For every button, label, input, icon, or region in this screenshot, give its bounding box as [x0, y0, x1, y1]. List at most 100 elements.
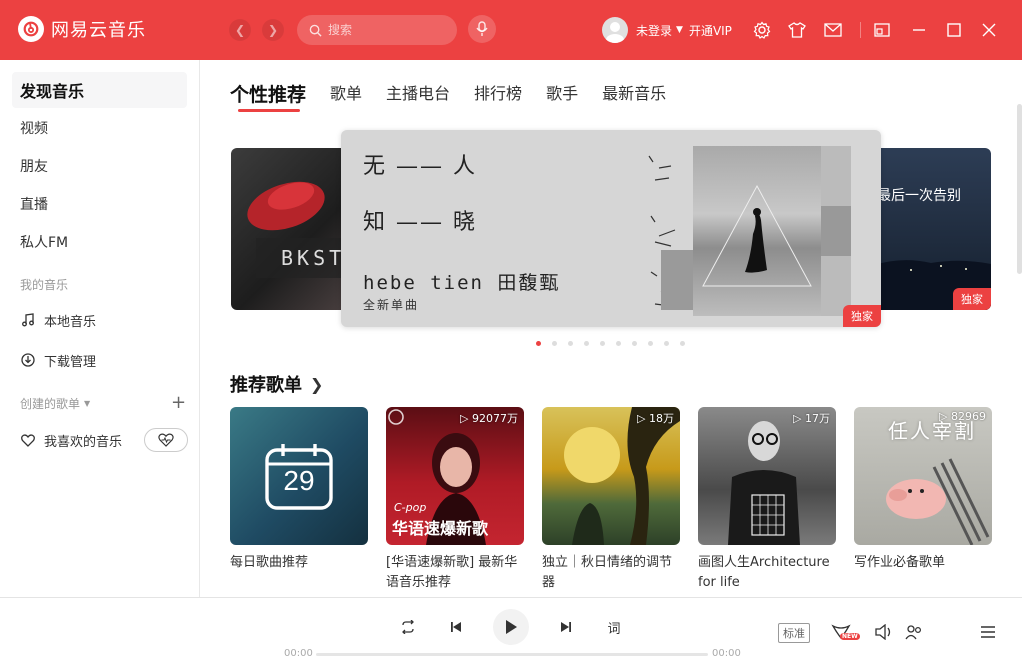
sidebar-item-label: 我喜欢的音乐 — [44, 434, 123, 450]
plus-icon: + — [171, 392, 187, 413]
sidebar-item-liked-music[interactable]: 我喜欢的音乐 — [12, 422, 132, 458]
messages-button[interactable] — [822, 19, 844, 41]
progress-bar[interactable] — [316, 653, 708, 656]
sidebar-item-personal-fm[interactable]: 私人FM — [12, 224, 187, 260]
play-button[interactable] — [493, 609, 529, 645]
sidebar-item-local-music[interactable]: 本地音乐 — [12, 302, 187, 338]
minimize-button[interactable] — [908, 19, 930, 41]
settings-button[interactable] — [751, 19, 773, 41]
tab-new-music[interactable]: 最新音乐 — [602, 80, 666, 110]
discover-tabs: 个性推荐 歌单 主播电台 排行榜 歌手 最新音乐 — [230, 80, 690, 112]
sidebar-item-downloads[interactable]: 下载管理 — [12, 342, 187, 378]
download-icon — [20, 352, 36, 368]
playlist-cover[interactable]: ▷ 92077万 C-pop 华语速爆新歌 — [386, 407, 524, 545]
tab-playlists[interactable]: 歌单 — [330, 80, 362, 110]
mini-mode-button[interactable] — [871, 19, 893, 41]
user-avatar-icon — [606, 22, 624, 43]
carousel-dot[interactable] — [664, 341, 669, 346]
sidebar-item-live[interactable]: 直播 — [12, 186, 187, 222]
playlist-card-daily[interactable]: 29 每日歌曲推荐 — [230, 407, 368, 573]
exclusive-badge: 独家 — [953, 288, 991, 310]
netease-music-logo-icon — [18, 16, 44, 42]
playlist-card-indie[interactable]: ▷ 18万 独立｜秋日情绪的调节器 — [542, 407, 680, 593]
carousel-dot[interactable] — [552, 341, 557, 346]
open-vip-link[interactable]: 开通VIP — [689, 22, 732, 39]
login-status[interactable]: 未登录 — [636, 22, 672, 39]
caret-down-icon[interactable]: ▼ — [676, 25, 683, 35]
sidebar-item-label: 朋友 — [20, 159, 48, 175]
user-menu[interactable]: 未登录 ▼ 开通VIP — [602, 17, 732, 43]
carousel-dot[interactable] — [568, 341, 573, 346]
carousel-dot[interactable] — [632, 341, 637, 346]
scrollbar[interactable] — [1017, 104, 1022, 274]
playlist-title[interactable]: [华语速爆新歌] 最新华语音乐推荐 — [386, 553, 524, 593]
carousel-dot[interactable] — [648, 341, 653, 346]
next-track-button[interactable] — [556, 617, 576, 637]
search-input[interactable] — [328, 23, 438, 37]
banner-artist: hebe tien 田馥甄 — [363, 272, 561, 294]
lyrics-button[interactable]: 词 — [603, 616, 625, 638]
carousel-dot[interactable] — [680, 341, 685, 346]
forward-button[interactable]: ❯ — [262, 19, 284, 41]
recommended-playlists-heading[interactable]: 推荐歌单 ❯ — [230, 371, 323, 397]
tab-personalized[interactable]: 个性推荐 — [230, 80, 306, 112]
playlist-card-architecture[interactable]: ▷ 17万 画图人生Architecture for life — [698, 407, 836, 593]
tab-radio[interactable]: 主播电台 — [386, 80, 450, 110]
previous-track-button[interactable] — [446, 617, 466, 637]
playlist-card-homework[interactable]: ▷ 82969 任人宰割 写作业必备歌单 — [854, 407, 992, 573]
playlist-cover[interactable]: ▷ 18万 — [542, 407, 680, 545]
play-mode-button[interactable] — [398, 617, 418, 637]
repeat-icon — [402, 620, 414, 634]
banner-slide-next[interactable]: 最后一次告别 独家 — [871, 148, 991, 310]
voice-search-button[interactable] — [468, 15, 496, 43]
skin-button[interactable] — [786, 19, 808, 41]
playlist-cover[interactable]: ▷ 82969 任人宰割 — [854, 407, 992, 545]
sidebar-item-discover-music[interactable]: 发现音乐 — [12, 72, 187, 108]
total-time: 00:00 — [712, 648, 741, 659]
created-playlists-label: 创建的歌单 — [20, 397, 81, 411]
created-playlists-heading[interactable]: 创建的歌单 ▼ — [20, 395, 90, 412]
sidebar-item-label: 直播 — [20, 197, 48, 213]
volume-button[interactable] — [874, 622, 894, 642]
playlist-card-cpop[interactable]: ▷ 92077万 C-pop 华语速爆新歌 [华语速爆新歌] 最新华语音乐推荐 — [386, 407, 524, 593]
listen-together-icon — [905, 625, 922, 640]
tab-charts[interactable]: 排行榜 — [474, 80, 522, 110]
play-count-icon: ▷ — [793, 411, 802, 425]
search-icon — [309, 24, 322, 37]
app-logo[interactable]: 网易云音乐 — [18, 16, 146, 42]
playlist-cover[interactable]: 29 — [230, 407, 368, 545]
play-count-icon: ▷ — [637, 411, 646, 425]
carousel-dot[interactable] — [584, 341, 589, 346]
close-button[interactable] — [978, 19, 1000, 41]
maximize-button[interactable] — [943, 19, 965, 41]
play-count: ▷ 18万 — [637, 410, 674, 426]
carousel-dot[interactable] — [616, 341, 621, 346]
playlist-title[interactable]: 每日歌曲推荐 — [230, 553, 368, 573]
playlist-cover[interactable]: ▷ 17万 — [698, 407, 836, 545]
caret-down-icon: ▼ — [84, 399, 91, 408]
new-badge: NEW — [840, 633, 860, 640]
playlist-title[interactable]: 写作业必备歌单 — [854, 553, 992, 573]
tab-artists[interactable]: 歌手 — [546, 80, 578, 110]
sidebar-item-label: 视频 — [20, 121, 48, 137]
search-box[interactable] — [297, 15, 457, 45]
play-count: ▷ 92077万 — [460, 410, 518, 426]
heartbeat-mode-button[interactable] — [144, 428, 188, 452]
sound-quality-button[interactable]: 标准 — [778, 623, 810, 643]
player-bar: 词 00:00 00:00 标准 NEW — [0, 597, 1022, 670]
banner-photo-strip — [821, 146, 851, 316]
playlist-title[interactable]: 画图人生Architecture for life — [698, 553, 836, 593]
listen-together-button[interactable] — [904, 622, 924, 642]
carousel-dot[interactable] — [536, 341, 541, 346]
carousel-dot[interactable] — [600, 341, 605, 346]
title-bar: 网易云音乐 ❮ ❯ 未登录 ▼ 开通VIP — [0, 0, 1022, 60]
playlist-queue-button[interactable] — [978, 622, 998, 642]
playlist-title[interactable]: 独立｜秋日情绪的调节器 — [542, 553, 680, 593]
banner-slide-current[interactable]: 无 —— 人 知 —— 晓 hebe tien 田馥甄 全新单曲 独家 — [341, 130, 881, 327]
sidebar-item-video[interactable]: 视频 — [12, 110, 187, 146]
banner-slide-prev[interactable]: BKST — [231, 148, 351, 310]
create-playlist-button[interactable]: + — [171, 394, 186, 412]
avatar[interactable] — [602, 17, 628, 43]
sidebar-item-friends[interactable]: 朋友 — [12, 148, 187, 184]
back-button[interactable]: ❮ — [229, 19, 251, 41]
